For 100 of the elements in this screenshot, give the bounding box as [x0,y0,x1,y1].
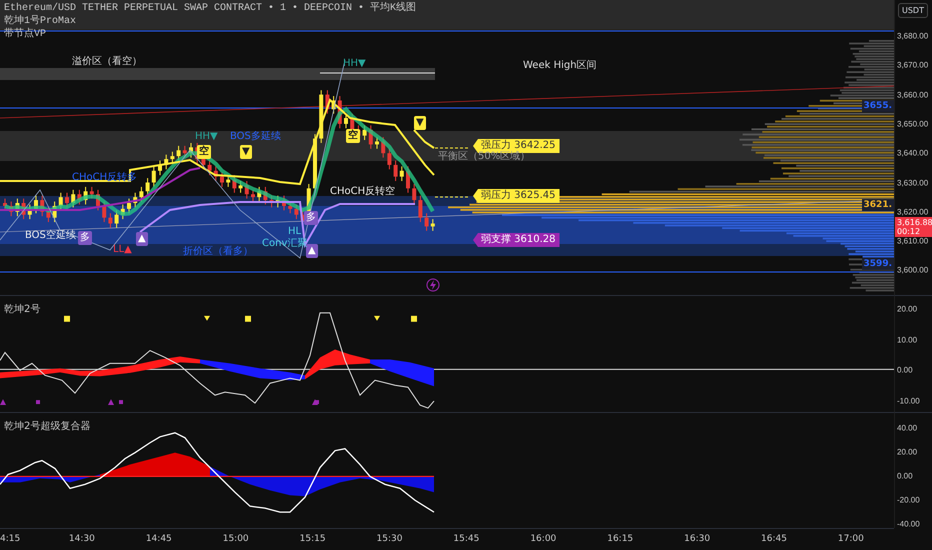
candlestick [58,192,63,211]
candlestick [368,124,373,150]
buy-signal: ▲ [136,232,148,246]
candlestick [418,195,422,223]
current-price: 3,616.88 [897,218,931,227]
time-tick-label: 14:45 [146,534,172,544]
candlestick [424,212,429,232]
price-tick-label: 3,600.00 [897,266,928,275]
candlestick [22,198,26,220]
chart-label: BOS多延续 [230,131,281,143]
price-tick-label: 3,660.00 [897,90,928,100]
candlestick [276,195,280,208]
candlestick [214,166,218,182]
candlestick [40,195,44,217]
sell-signal: ▼ [240,145,252,159]
candlestick [146,178,150,196]
candlestick [189,142,193,158]
candlestick [84,186,88,205]
candlestick [412,183,416,205]
price-tick-label: -20.00 [897,496,920,504]
price-tick-label: -40.00 [897,520,920,528]
candlestick [400,166,404,182]
time-tick-label: 16:15 [607,534,634,544]
chart-label: 折价区（看多） [183,246,253,258]
candlestick [394,160,398,182]
time-tick-label: 16:30 [684,534,710,544]
price-tick-label: -10.00 [897,396,920,405]
time-tick-label: 16:00 [530,534,556,544]
price-tick-label: 20.00 [897,304,918,314]
price-tick-label: 3,630.00 [897,178,928,187]
candlestick [406,166,410,194]
candlestick [34,195,38,214]
candlestick [133,192,138,208]
chart-label: HL [288,226,302,238]
price-tick-label: 20.00 [897,448,918,456]
indicator-name: 乾坤1号ProMax [4,16,78,28]
candlestick [338,96,342,129]
pane-title: 乾坤2号超级复合器 [4,420,90,433]
price-tick-label: 3,650.00 [897,119,928,128]
lightning-icon [426,278,440,292]
price-tick-label: 3,670.00 [897,60,928,70]
time-tick-label: 14:30 [68,534,95,544]
price-level-label: 3621. [862,199,894,211]
candlestick [164,154,168,170]
chart-label: 溢价区（看空） [72,56,142,68]
candlestick [251,189,255,202]
chart-label: HH▼ [343,58,366,70]
candlestick [381,136,386,158]
time-tick-label: 15:45 [453,534,480,544]
chart-label: HH▼ [195,131,218,143]
price-tick-label: 0.00 [897,366,913,374]
price-level-label: 3599. [862,258,894,270]
candlestick [375,136,379,150]
price-tick-label: 3,640.00 [897,148,928,158]
time-tick-label: 15:30 [376,534,402,544]
time-tick-label: 15:15 [300,534,326,544]
candlestick [46,206,50,223]
candlestick [325,90,330,114]
candlestick [120,204,125,220]
candlestick [158,160,162,176]
chart-label: Week High区间 [523,60,597,72]
candlestick [96,189,100,211]
price-tick-label: 40.00 [897,424,918,432]
price-tick-label: 3,610.00 [897,236,928,246]
candlestick [52,201,57,223]
currency-button[interactable]: USDT [898,3,928,18]
candlestick [127,198,131,214]
chart-label: BOS空延续 [25,230,76,242]
candlestick [282,195,286,211]
buy-signal: 多 [304,211,318,225]
candlestick [430,218,435,232]
indicator-name: 带节点VP [4,29,48,41]
sell-signal: ▼ [414,116,426,130]
price-tick-label: 0.00 [897,472,913,480]
sell-signal: 空 [346,129,360,143]
candlestick [28,204,32,220]
candlestick [77,189,82,205]
candlestick [15,198,20,217]
time-tick-label: 16:45 [761,534,787,544]
buy-signal: 多 [78,231,92,245]
time-tick-label: 15:00 [222,534,249,544]
candlestick [257,186,262,202]
candlestick [3,198,7,211]
sell-signal: 空 [197,145,211,159]
candlestick [220,172,224,188]
candlestick [232,174,236,194]
candlestick [263,186,268,205]
chart-label: 平衡区（50%区域） [438,151,530,163]
candlestick [108,212,112,228]
candlestick [170,151,174,164]
candlestick [387,148,392,170]
bar-countdown: 00:12 [897,227,922,236]
candlestick [71,189,76,208]
price-tick-label: 3,680.00 [897,32,928,40]
pane-title: 乾坤2号 [4,302,40,316]
candlestick [332,96,336,114]
candlestick [65,192,69,208]
symbol-title: Ethereum/USD TETHER PERPETUAL SWAP CONTRACT • 1 • DEEPCOIN • 平均K线图 [4,3,416,14]
candlestick [208,160,212,176]
price-tick-label: 10.00 [897,335,918,344]
